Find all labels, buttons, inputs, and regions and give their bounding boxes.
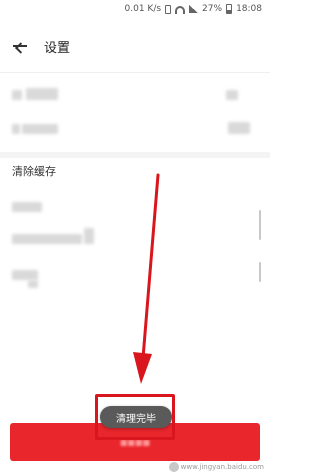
blurred-row-label	[26, 88, 58, 100]
clear-cache-header: 清除缓存	[12, 165, 56, 178]
blurred-row-label	[22, 124, 58, 134]
blurred-row-value	[226, 90, 238, 100]
cache-row[interactable]	[0, 224, 270, 262]
cache-row[interactable]	[0, 260, 270, 298]
blurred-row-icon	[12, 90, 22, 100]
blurred-row-label	[12, 202, 42, 212]
signal-icon	[189, 5, 199, 13]
blurred-row-extra	[84, 228, 94, 244]
network-speed: 0.01 K/s	[124, 4, 162, 14]
app-bar: 设置	[0, 28, 270, 64]
status-icons: 0.01 K/s 27% 18:08	[125, 4, 262, 14]
blurred-row-icon	[12, 124, 20, 134]
watermark-text: www.jingyan.baidu.com	[180, 463, 264, 471]
back-arrow-icon[interactable]	[4, 30, 36, 62]
cache-row[interactable]	[0, 190, 270, 228]
blurred-row-label	[12, 234, 82, 244]
header-divider	[0, 72, 270, 73]
battery-percent: 27%	[202, 4, 223, 14]
blurred-row-extra	[28, 280, 38, 288]
settings-row[interactable]	[0, 114, 270, 152]
watermark: www.jingyan.baidu.com	[168, 462, 264, 472]
paw-icon	[168, 462, 179, 472]
scrollbar[interactable]	[259, 262, 261, 282]
vibrate-icon	[165, 4, 172, 14]
settings-row[interactable]	[0, 80, 270, 118]
blurred-row-value	[228, 122, 250, 134]
page-title: 设置	[44, 40, 71, 56]
battery-icon	[226, 4, 233, 14]
blurred-row-label	[12, 270, 38, 280]
scrollbar[interactable]	[259, 210, 261, 240]
highlight-box	[95, 394, 175, 440]
clock: 18:08	[236, 4, 262, 14]
section-gap	[0, 152, 270, 158]
status-bar: 0.01 K/s 27% 18:08	[0, 0, 270, 18]
wifi-icon	[175, 6, 186, 14]
